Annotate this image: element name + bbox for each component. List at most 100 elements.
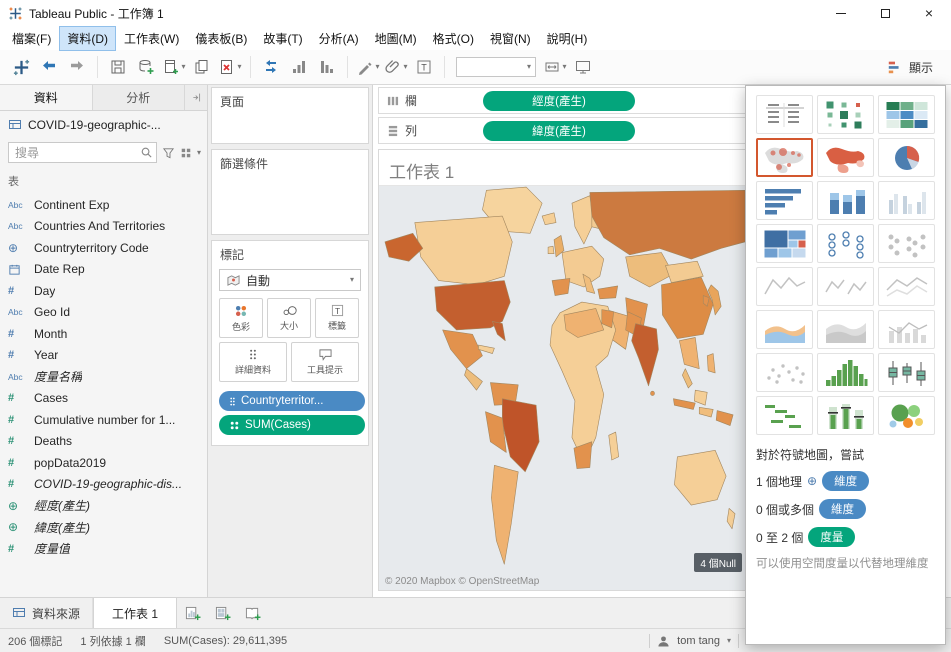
menu-worksheet[interactable]: 工作表(W) (117, 27, 186, 50)
swap-axes-button[interactable] (258, 54, 284, 80)
filter-icon[interactable] (162, 147, 175, 159)
marks-card[interactable]: 標記 自動 ▾ 色彩 大小 T 標籤 詳細資料 工具提示 Countryterr… (211, 240, 369, 446)
view-options-icon[interactable] (180, 147, 192, 159)
marks-pill-sum-cases[interactable]: SUM(Cases) (219, 415, 365, 435)
undo-button[interactable] (36, 54, 62, 80)
field-deaths[interactable]: # Deaths (0, 431, 207, 453)
showme-side-by-side-bars[interactable] (878, 181, 935, 220)
showme-bullet-graph[interactable] (817, 396, 874, 435)
field-continent-exp[interactable]: Abc Continent Exp (0, 194, 207, 216)
sheet-tab-1[interactable]: 工作表 1 (93, 598, 178, 628)
showme-horizontal-bars[interactable] (756, 181, 813, 220)
showme-symbol-map[interactable] (756, 138, 813, 177)
menu-story[interactable]: 故事(T) (256, 27, 309, 50)
field-table-count[interactable]: # COVID-19-geographic-dis... (0, 474, 207, 496)
save-button[interactable] (105, 54, 131, 80)
new-story-button[interactable] (237, 598, 267, 628)
presentation-mode-button[interactable] (570, 54, 596, 80)
field-longitude-generated[interactable]: ⊕ 經度(產生) (0, 495, 207, 517)
color-button[interactable]: 色彩 (219, 298, 263, 338)
field-measure-values[interactable]: # 度量值 (0, 538, 207, 560)
label-button[interactable]: T 標籤 (315, 298, 359, 338)
menu-window[interactable]: 視窗(N) (483, 27, 538, 50)
add-data-button[interactable] (133, 54, 159, 80)
duplicate-sheet-button[interactable] (189, 54, 215, 80)
show-mark-labels-button[interactable]: T (411, 54, 437, 80)
field-geo-id[interactable]: Abc Geo Id (0, 302, 207, 324)
showme-pie-chart[interactable] (878, 138, 935, 177)
field-countries-and-territories[interactable]: Abc Countries And Territories (0, 216, 207, 238)
maximize-button[interactable] (863, 0, 907, 26)
field-year[interactable]: # Year (0, 345, 207, 367)
showme-box-and-whisker[interactable] (878, 353, 935, 392)
showme-treemap[interactable] (756, 224, 813, 263)
field-day[interactable]: # Day (0, 280, 207, 302)
rows-pill-latitude[interactable]: 緯度(產生) (483, 120, 635, 141)
show-me-button[interactable]: 顯示 (877, 56, 943, 79)
field-countryterritory-code[interactable]: ⊕ Countryterritory Code (0, 237, 207, 259)
datasource-tab[interactable]: 資料來源 (0, 598, 94, 628)
new-dashboard-button[interactable] (207, 598, 237, 628)
field-date-rep[interactable]: Date Rep (0, 259, 207, 281)
null-indicator[interactable]: 4 個Null (694, 553, 742, 572)
showme-heat-map[interactable] (817, 95, 874, 134)
field-latitude-generated[interactable]: ⊕ 緯度(產生) (0, 517, 207, 539)
showme-filled-map[interactable] (817, 138, 874, 177)
menu-help[interactable]: 說明(H) (540, 27, 595, 50)
menu-format[interactable]: 格式(O) (426, 27, 481, 50)
sort-descending-button[interactable] (314, 54, 340, 80)
map-view[interactable]: 4 個Null © 2020 Mapbox © OpenStreetMap (379, 186, 745, 590)
showme-area-discrete[interactable] (817, 310, 874, 349)
size-button[interactable]: 大小 (267, 298, 311, 338)
pages-shelf[interactable]: 頁面 (211, 87, 369, 144)
showme-scatter-plot[interactable] (756, 353, 813, 392)
showme-text-table[interactable] (756, 95, 813, 134)
chevron-down-icon[interactable]: ▾ (197, 148, 201, 157)
tooltip-button[interactable]: 工具提示 (291, 342, 359, 382)
redo-button[interactable] (64, 54, 90, 80)
new-worksheet-button[interactable] (177, 598, 207, 628)
user-menu[interactable]: tom tang ▾ (649, 633, 739, 648)
sheet-title[interactable]: 工作表 1 (379, 150, 745, 186)
showme-lines-continuous[interactable] (756, 267, 813, 306)
showme-histogram[interactable] (817, 353, 874, 392)
filters-shelf[interactable]: 篩選條件 (211, 149, 369, 235)
field-month[interactable]: # Month (0, 323, 207, 345)
showme-stacked-bars[interactable] (817, 181, 874, 220)
menu-map[interactable]: 地圖(M) (368, 27, 424, 50)
clear-sheet-button[interactable]: ▾ (217, 54, 243, 80)
menu-file[interactable]: 檔案(F) (5, 27, 58, 50)
minimize-button[interactable] (819, 0, 863, 26)
columns-shelf[interactable]: 欄 經度(產生) (378, 87, 746, 114)
showme-circle-views[interactable] (817, 224, 874, 263)
tab-data[interactable]: 資料 (0, 85, 93, 110)
highlight-button[interactable]: ▾ (355, 54, 381, 80)
search-icon[interactable] (140, 146, 153, 159)
showme-dual-combination[interactable] (878, 310, 935, 349)
menu-dashboard[interactable]: 儀表板(B) (188, 27, 254, 50)
tab-analytics[interactable]: 分析 (93, 85, 185, 110)
group-members-button[interactable]: ▾ (383, 54, 409, 80)
showme-packed-bubbles[interactable] (878, 396, 935, 435)
showme-gantt[interactable] (756, 396, 813, 435)
search-input[interactable] (15, 145, 140, 160)
fix-axes-button[interactable]: ▾ (542, 54, 568, 80)
tableau-home-button[interactable] (8, 54, 34, 80)
showme-highlight-table[interactable] (878, 95, 935, 134)
fit-selector[interactable]: ▾ (456, 57, 536, 77)
datasource-item[interactable]: COVID-19-geographic-... (0, 111, 207, 139)
rows-shelf[interactable]: 列 緯度(產生) (378, 117, 746, 144)
new-worksheet-button[interactable]: ▾ (161, 54, 187, 80)
detail-button[interactable]: 詳細資料 (219, 342, 287, 382)
collapse-pane-icon[interactable] (185, 85, 207, 110)
showme-side-by-side-circles[interactable] (878, 224, 935, 263)
columns-pill-longitude[interactable]: 經度(產生) (483, 90, 635, 111)
field-popdata2019[interactable]: # popData2019 (0, 452, 207, 474)
menu-analysis[interactable]: 分析(A) (312, 27, 366, 50)
sort-ascending-button[interactable] (286, 54, 312, 80)
field-cases[interactable]: # Cases (0, 388, 207, 410)
showme-dual-lines[interactable] (878, 267, 935, 306)
world-map[interactable] (379, 186, 745, 590)
marks-pill-countryterritory[interactable]: Countryterritor... (219, 391, 365, 411)
field-cumulative-number[interactable]: # Cumulative number for 1... (0, 409, 207, 431)
